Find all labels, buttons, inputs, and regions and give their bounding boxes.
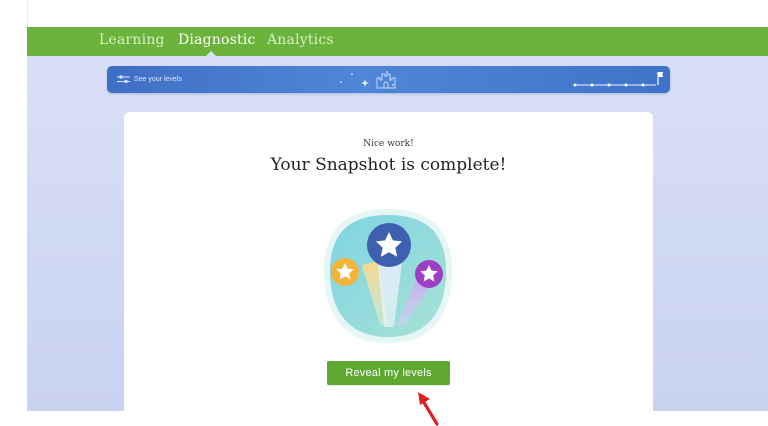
sliders-icon <box>117 75 130 83</box>
annotation-arrow-icon <box>418 392 439 426</box>
eyebrow-text: Nice work! <box>363 139 414 149</box>
castle-icon <box>376 73 396 89</box>
nav-tab-learning[interactable]: Learning <box>99 27 165 56</box>
see-levels-link[interactable]: See your levels <box>117 66 182 93</box>
completion-card: Nice work! Your Snapshot is complete! Re… <box>124 112 653 422</box>
flag-icon <box>573 72 663 87</box>
page-left-gutter <box>0 0 28 426</box>
nav-tab-analytics[interactable]: Analytics <box>267 27 334 56</box>
reveal-levels-button[interactable]: Reveal my levels <box>327 361 450 385</box>
levels-progress-banner: See your levels <box>107 66 670 93</box>
page-title: Your Snapshot is complete! <box>270 155 507 175</box>
snapshot-badge-icon <box>324 209 452 343</box>
active-tab-indicator <box>205 51 217 57</box>
top-navigation-bar: Learning Diagnostic Analytics <box>27 27 768 56</box>
see-levels-label: See your levels <box>134 76 182 83</box>
